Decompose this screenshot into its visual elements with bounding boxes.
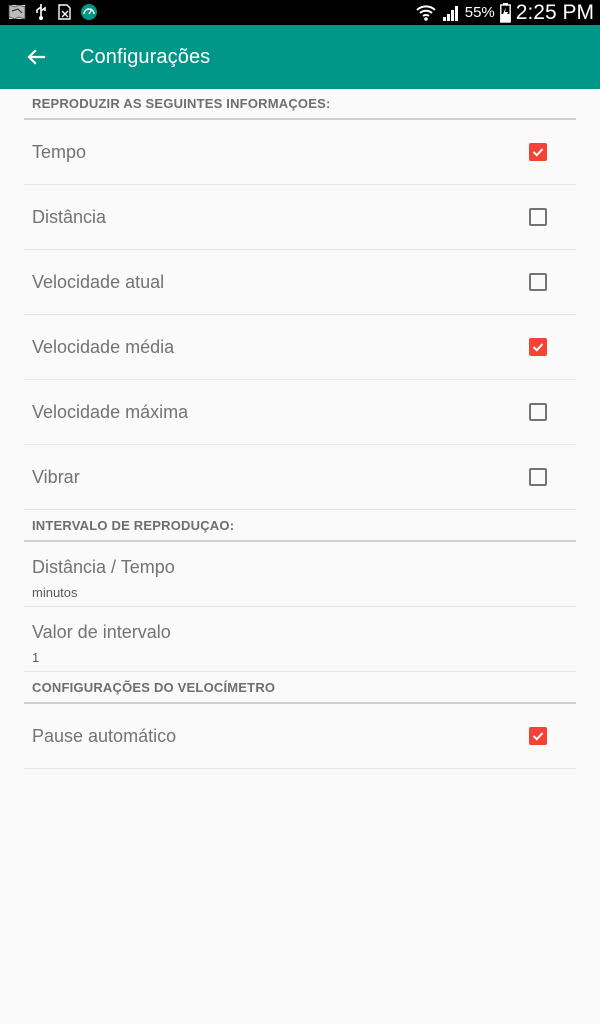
app-toolbar: Configurações	[0, 25, 600, 89]
pref-summary: minutos	[32, 585, 78, 600]
vibrar-checkbox[interactable]	[529, 468, 547, 486]
clock: 2:25 PM	[515, 0, 594, 24]
section-header-interval: INTERVALO DE REPRODUÇAO:	[24, 510, 576, 542]
pref-valor-intervalo[interactable]: Valor de intervalo 1	[24, 607, 576, 672]
usb-icon	[36, 4, 46, 20]
wifi-icon	[416, 4, 436, 21]
pref-velocidade-maxima[interactable]: Velocidade máxima	[24, 380, 576, 445]
back-button[interactable]	[22, 43, 50, 71]
pref-label: Valor de intervalo	[32, 622, 171, 642]
pref-summary: 1	[32, 650, 40, 665]
pause-automatico-checkbox[interactable]	[529, 727, 547, 745]
app-speedometer-icon	[81, 4, 97, 20]
velocidade-media-checkbox[interactable]	[529, 338, 547, 356]
tempo-checkbox[interactable]	[529, 143, 547, 161]
pref-label: Velocidade máxima	[32, 402, 189, 422]
pref-distancia-tempo[interactable]: Distância / Tempo minutos	[24, 542, 576, 607]
section-header-reproduce: REPRODUZIR AS SEGUINTES INFORMAÇOES:	[24, 89, 576, 120]
pref-label: Distância / Tempo	[32, 557, 175, 577]
check-icon	[532, 148, 544, 157]
preferences-list: REPRODUZIR AS SEGUINTES INFORMAÇOES: Tem…	[0, 89, 600, 769]
velocidade-atual-checkbox[interactable]	[529, 273, 547, 291]
pref-distancia[interactable]: Distância	[24, 185, 576, 250]
check-icon	[532, 343, 544, 352]
pref-label: Pause automático	[32, 726, 177, 746]
pref-velocidade-atual[interactable]: Velocidade atual	[24, 250, 576, 315]
battery-charging-icon	[499, 2, 511, 23]
pref-label: Velocidade média	[32, 337, 175, 357]
pref-pause-automatico[interactable]: Pause automático	[24, 704, 576, 769]
battery-percent: 55%	[464, 4, 495, 21]
signal-icon	[442, 5, 458, 21]
pref-velocidade-media[interactable]: Velocidade média	[24, 315, 576, 380]
pref-tempo[interactable]: Tempo	[24, 120, 576, 185]
section-header-speedometer: CONFIGURAÇÕES DO VELOCÍMETRO	[24, 672, 576, 704]
status-bar: 55% 2:25 PM	[0, 0, 600, 25]
pref-label: Velocidade atual	[32, 272, 165, 292]
pref-label: Distância	[32, 207, 107, 227]
pref-vibrar[interactable]: Vibrar	[24, 445, 576, 510]
maps-icon	[8, 4, 26, 20]
no-sim-icon	[58, 4, 71, 20]
pref-label: Vibrar	[32, 467, 80, 487]
distancia-checkbox[interactable]	[529, 208, 547, 226]
arrow-back-icon	[27, 49, 46, 65]
pref-label: Tempo	[32, 142, 87, 162]
check-icon	[532, 732, 544, 741]
velocidade-maxima-checkbox[interactable]	[529, 403, 547, 421]
page-title: Configurações	[80, 46, 211, 68]
